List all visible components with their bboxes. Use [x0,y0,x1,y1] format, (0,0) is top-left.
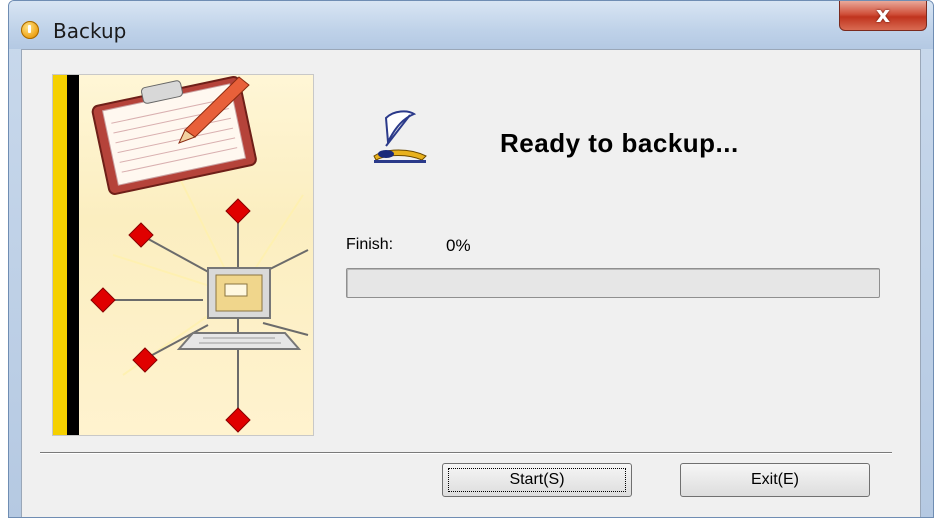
exit-button[interactable]: Exit(E) [680,463,870,497]
start-button-label: Start(S) [509,471,565,488]
close-icon: x [875,3,891,28]
backup-progress-bar [346,268,880,298]
separator [40,452,892,454]
quill-pen-icon [364,108,434,168]
finish-percentage: 0% [446,236,471,255]
window-title: Backup [53,19,127,43]
start-button[interactable]: Start(S) [442,463,632,497]
finish-label: Finish: [346,236,394,253]
backup-network-illustration [52,74,314,436]
backup-app-icon [21,21,39,39]
status-heading: Ready to backup... [500,128,739,158]
dialog-body: Ready to backup... Finish: 0% Start(S) E… [21,49,921,517]
close-button[interactable]: x [839,1,927,31]
title-bar[interactable]: Backup x [9,1,933,49]
exit-button-label: Exit(E) [751,471,799,488]
backup-window: Backup x Ready to backup... Finish: 0% S… [8,0,934,518]
